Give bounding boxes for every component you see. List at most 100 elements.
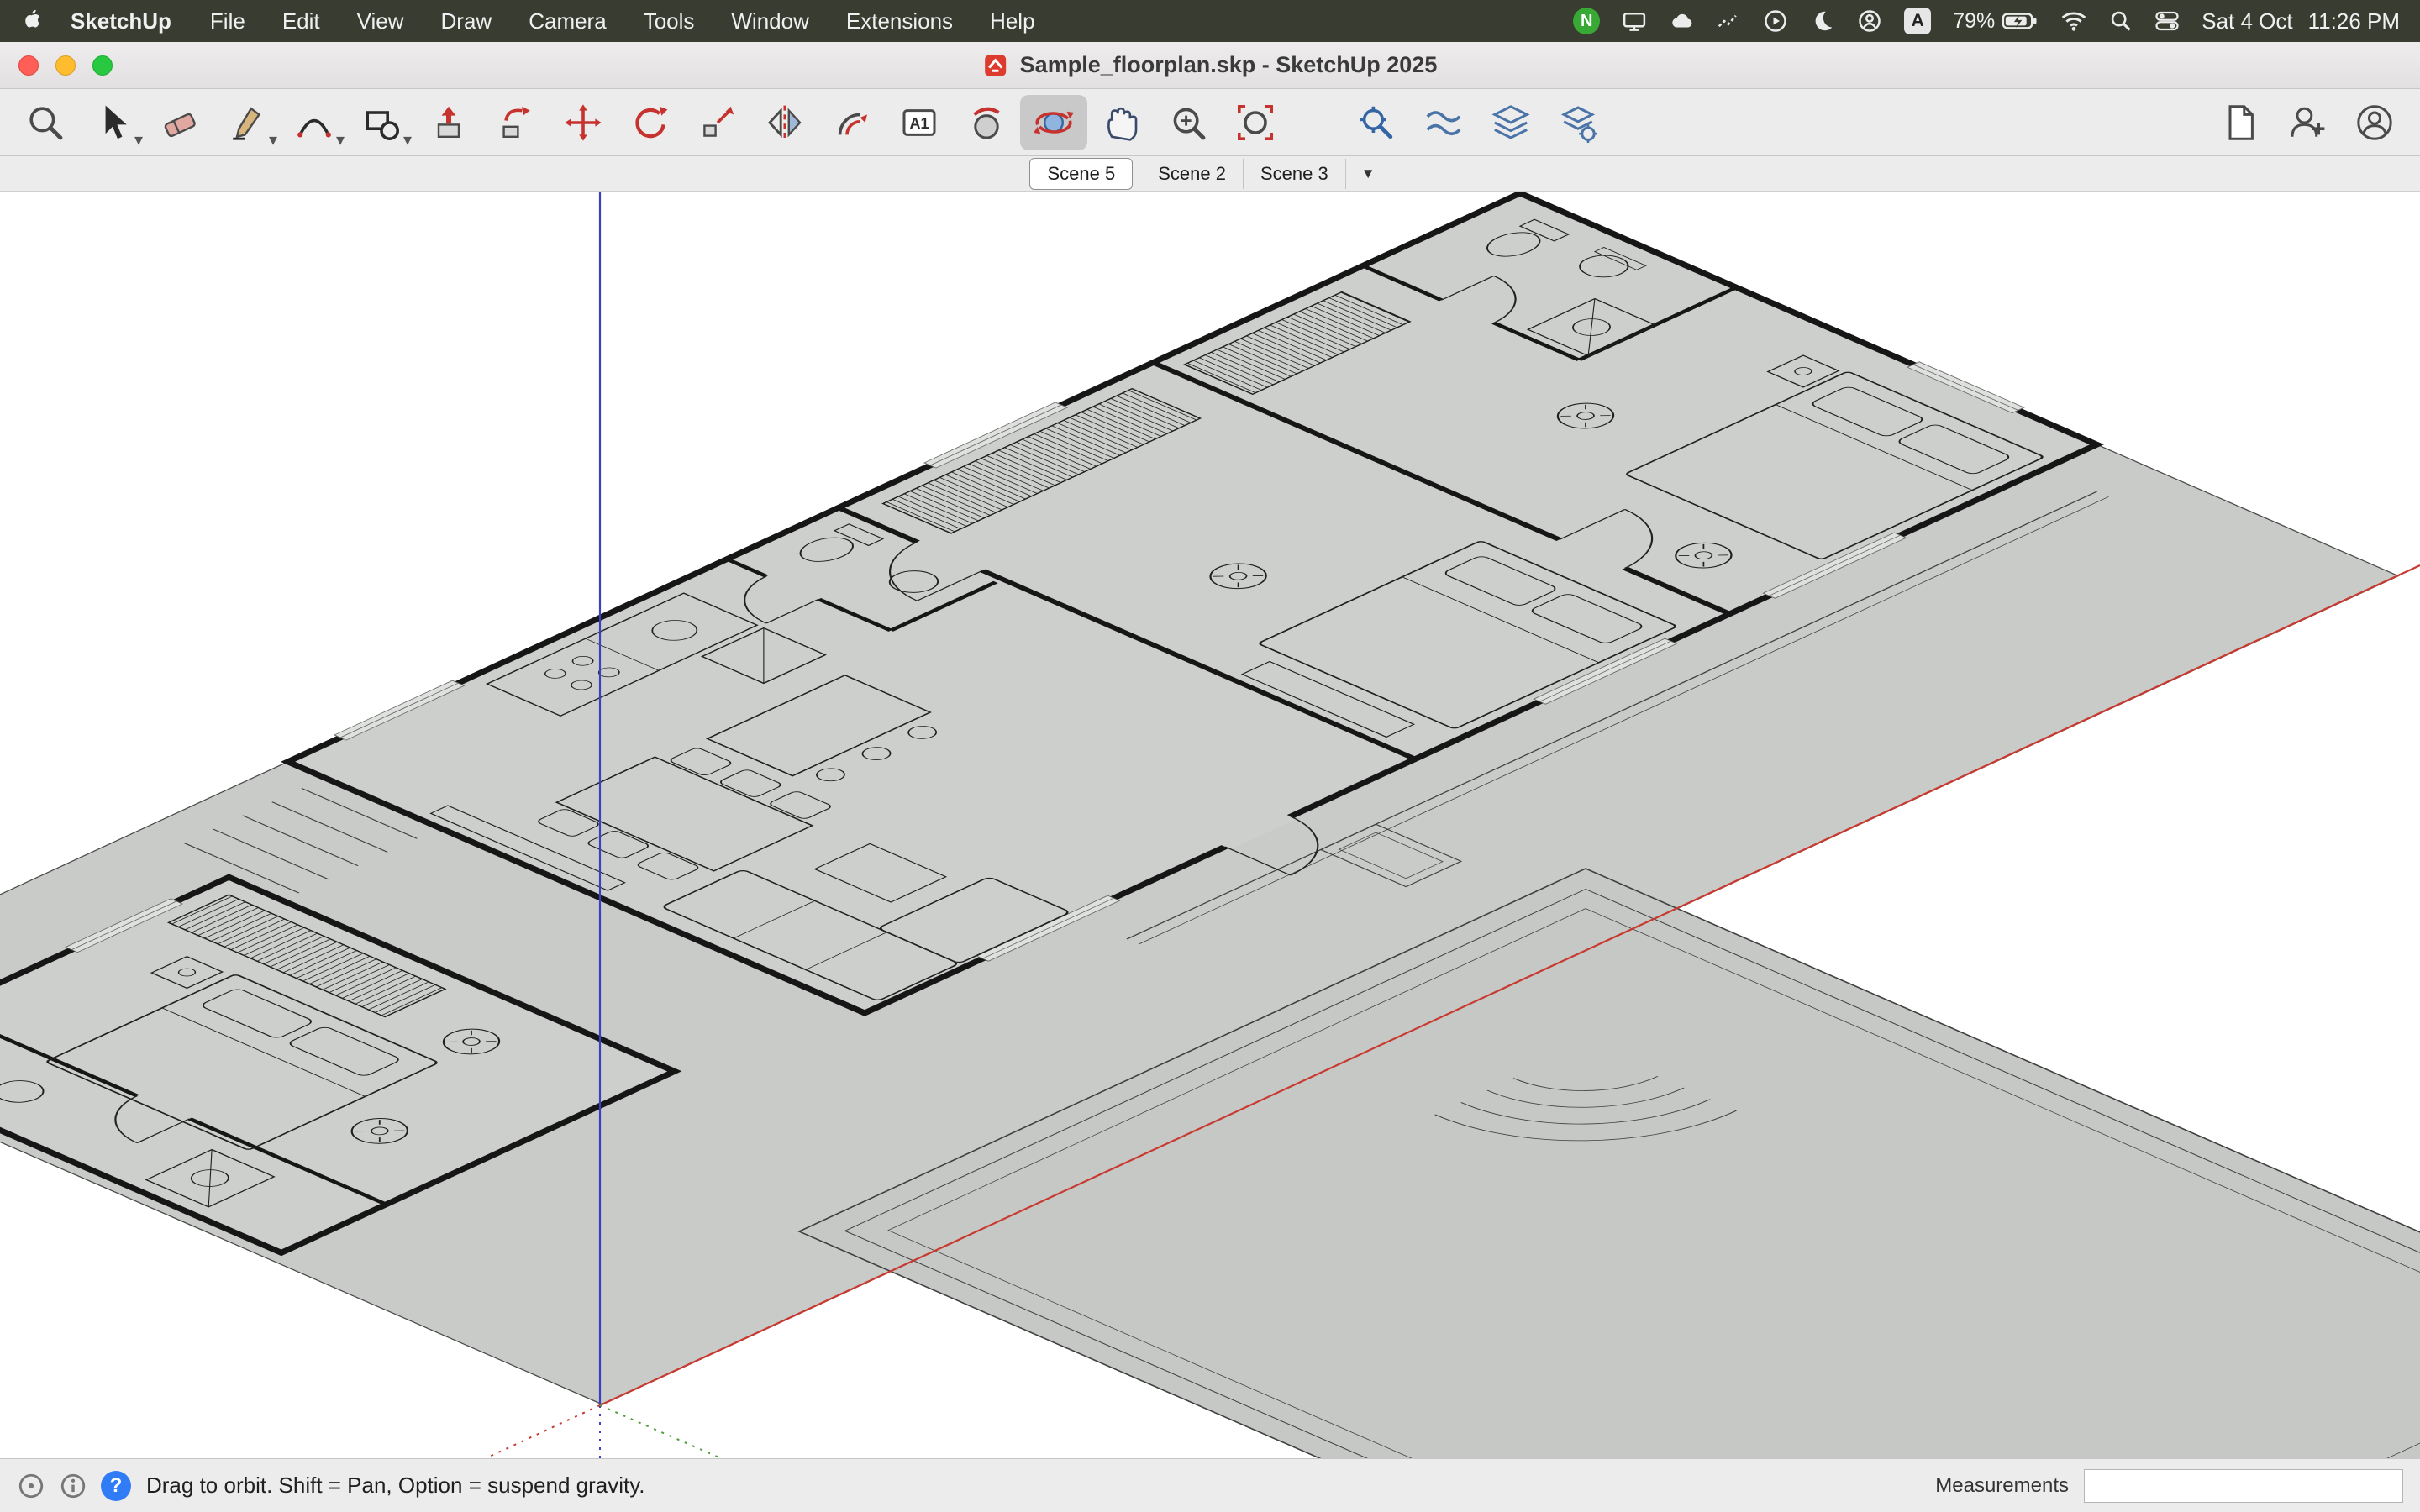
geolocation-icon[interactable] [17,1472,45,1500]
zoom-extents-tool[interactable] [1222,95,1289,150]
chevron-down-icon[interactable]: ▾ [336,132,345,149]
green-axis [600,1405,721,1458]
menu-edit[interactable]: Edit [264,8,339,34]
zoom-extents-icon [1235,102,1276,143]
fullscreen-button[interactable] [92,55,113,76]
tags-tool[interactable] [1477,95,1544,150]
search-model-tool[interactable] [1343,95,1410,150]
minimize-button[interactable] [55,55,76,76]
sketchup-logo-icon [983,53,1008,78]
menu-app-name[interactable]: SketchUp [50,8,192,34]
rotate-icon [630,102,671,143]
search-icon [25,102,66,143]
styles-tool[interactable] [1544,95,1612,150]
offset-icon [832,102,872,143]
weather-cloud-icon[interactable] [1669,8,1694,34]
layers-icon [1491,102,1531,143]
tab-scene-3[interactable]: Scene 3 [1244,159,1346,189]
account-button[interactable] [2341,95,2408,150]
clock-date: Sat 4 Oct [2202,8,2292,34]
spotlight-icon[interactable] [2109,9,2133,33]
paint-tool[interactable] [953,95,1020,150]
offset-tool[interactable] [818,95,886,150]
menu-view[interactable]: View [339,8,423,34]
tab-scene-2[interactable]: Scene 2 [1141,159,1244,189]
status-hint-text: Drag to orbit. Shift = Pan, Option = sus… [146,1473,645,1499]
measurements-label: Measurements [1935,1474,2069,1498]
add-collaborator-button[interactable] [2274,95,2341,150]
window-title: Sample_floorplan.skp - SketchUp 2025 [1020,52,1438,78]
soften-edges-tool[interactable] [1410,95,1477,150]
close-button[interactable] [18,55,39,76]
search-tool[interactable] [12,95,79,150]
menu-tools[interactable]: Tools [625,8,713,34]
scale-icon [697,102,738,143]
menu-camera[interactable]: Camera [510,8,624,34]
scene-tabs-bar: Scene 5 Scene 2 Scene 3 ▼ [0,156,2420,192]
eraser-tool[interactable] [146,95,213,150]
menu-bar-clock[interactable]: Sat 4 Oct 11:26 PM [2202,8,2400,34]
rotate-tool[interactable] [617,95,684,150]
zoom-tool[interactable] [1155,95,1222,150]
rectangle-icon [361,102,402,143]
screen-mirroring-icon[interactable] [1622,8,1647,34]
menu-window[interactable]: Window [713,8,827,34]
new-document-button[interactable] [2207,95,2274,150]
window-title-bar: Sample_floorplan.skp - SketchUp 2025 [0,42,2420,89]
arc-tool[interactable]: ▾ [281,95,348,150]
move-icon [563,102,603,143]
shapes-tool[interactable]: ▾ [348,95,415,150]
measurements-input[interactable] [2084,1469,2403,1503]
menu-draw[interactable]: Draw [423,8,511,34]
wifi-icon[interactable] [2060,9,2087,33]
orbit-icon [1034,102,1074,143]
pencil-icon [227,102,267,143]
text-tool[interactable]: A1 [886,95,953,150]
account-icon [2354,102,2395,143]
follow-me-icon [496,102,536,143]
status-bar: ? Drag to orbit. Shift = Pan, Option = s… [0,1458,2420,1512]
follow-me-tool[interactable] [482,95,550,150]
help-icon[interactable]: ? [101,1471,131,1501]
chevron-down-icon[interactable]: ▾ [269,132,277,149]
apple-logo-icon [20,8,42,34]
line-tool[interactable]: ▾ [213,95,281,150]
text-a1-icon: A1 [899,102,939,143]
zoom-icon [1168,102,1208,143]
person-add-icon [2287,102,2328,143]
move-tool[interactable] [550,95,617,150]
scene-tabs-dropdown[interactable]: ▼ [1346,162,1391,186]
chevron-down-icon[interactable]: ▾ [134,132,143,149]
control-center-icon[interactable] [2154,9,2180,33]
input-source-icon[interactable]: A [1904,8,1931,34]
paint-bucket-icon [966,102,1007,143]
focus-moon-icon[interactable] [1810,8,1835,34]
orbit-tool[interactable] [1020,95,1087,150]
battery-status[interactable]: 79% [1953,9,2039,34]
menu-help[interactable]: Help [971,8,1053,34]
main-toolbar: ▾ ▾ ▾ ▾ A1 [0,89,2420,156]
push-pull-icon [429,102,469,143]
chevron-down-icon[interactable]: ▾ [403,132,412,149]
pan-tool[interactable] [1087,95,1155,150]
battery-percent: 79% [1953,9,1995,34]
svg-text:A1: A1 [909,115,929,132]
layers-gear-icon [1558,102,1598,143]
tab-scene-5[interactable]: Scene 5 [1029,158,1133,190]
now-playing-icon[interactable] [1763,8,1788,34]
eraser-icon [160,102,200,143]
stocks-sparkline-icon[interactable] [1716,8,1741,34]
menu-extensions[interactable]: Extensions [828,8,971,34]
select-tool[interactable]: ▾ [79,95,146,150]
info-icon[interactable] [59,1472,87,1500]
apple-menu-icon[interactable] [20,8,42,34]
push-pull-tool[interactable] [415,95,482,150]
menu-file[interactable]: File [192,8,264,34]
flip-icon [765,102,805,143]
flip-tool[interactable] [751,95,818,150]
n-badge-icon[interactable]: N [1573,8,1600,34]
model-viewport[interactable] [0,192,2420,1458]
scale-tool[interactable] [684,95,751,150]
facetime-person-icon[interactable] [1857,8,1882,34]
red-axis-negative [486,1405,600,1458]
